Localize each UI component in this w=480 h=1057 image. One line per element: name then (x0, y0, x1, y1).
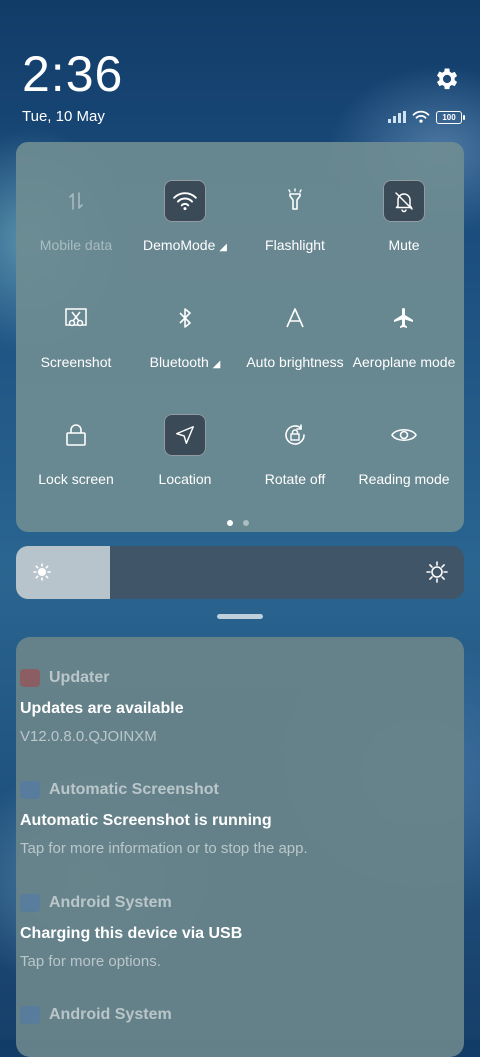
tile-label: Flashlight (265, 237, 325, 253)
notification-auto-screenshot[interactable]: Automatic Screenshot Automatic Screensho… (20, 779, 430, 857)
notification-text: Tap for more options. (20, 953, 161, 970)
rotate-lock-icon (274, 414, 316, 456)
notification-android-system[interactable]: Android System (20, 1004, 430, 1026)
tile-label: Bluetooth (149, 354, 209, 370)
notification-app-name: Android System (49, 1006, 172, 1023)
tile-label: Lock screen (38, 471, 114, 487)
tile-label: Screenshot (40, 354, 112, 370)
tile-label: Mute (388, 237, 420, 253)
tile-label: Auto brightness (246, 354, 344, 370)
bell-off-icon (383, 180, 425, 222)
brightness-fill (16, 546, 111, 599)
wifi-icon (412, 110, 430, 123)
status-icons: 100 (388, 108, 465, 126)
android-system-icon (20, 894, 40, 912)
lock-icon (55, 414, 97, 456)
tile-bluetooth[interactable]: Bluetooth ◢ (130, 297, 240, 370)
page-dot (227, 520, 233, 526)
tile-label: Mobile data (39, 237, 113, 253)
screenshot-app-icon (20, 781, 40, 799)
tile-location[interactable]: Location (130, 414, 240, 487)
tile-label: DemoMode (143, 237, 216, 253)
wifi-icon (164, 180, 206, 222)
location-icon (164, 414, 206, 456)
tile-lock-screen[interactable]: Lock screen (21, 414, 131, 487)
tile-label: Rotate off (264, 471, 326, 487)
tile-demomode[interactable]: DemoMode ◢ (130, 180, 240, 253)
tile-aeroplane-mode[interactable]: Aeroplane mode (349, 297, 459, 370)
expand-triangle-icon: ◢ (212, 359, 221, 370)
brightness-slider[interactable] (16, 546, 464, 599)
notification-app-name: Updater (49, 669, 110, 686)
notification-title: Automatic Screenshot is running (20, 812, 272, 829)
tile-flashlight[interactable]: Flashlight (240, 180, 350, 253)
expand-triangle-icon: ◢ (219, 242, 227, 253)
notification-updater[interactable]: Updater Updates are available V12.0.8.0.… (20, 667, 430, 745)
auto-brightness-icon (274, 297, 316, 339)
notification-text: Tap for more information or to stop the … (20, 840, 308, 857)
tile-screenshot[interactable]: Screenshot (21, 297, 131, 370)
notification-title: Charging this device via USB (20, 925, 243, 942)
settings-gear-icon[interactable] (432, 65, 460, 93)
updater-app-icon (20, 669, 40, 687)
tile-label: Reading mode (358, 471, 450, 487)
page-dot (243, 520, 249, 526)
tile-mute[interactable]: Mute (349, 180, 459, 253)
battery-icon: 100 (436, 110, 465, 124)
bluetooth-icon (164, 297, 206, 339)
page-indicator[interactable] (227, 520, 249, 526)
notification-title: Updates are available (20, 700, 184, 717)
drag-handle[interactable] (217, 614, 263, 619)
android-system-icon (20, 1006, 40, 1024)
notification-app-name: Android System (49, 894, 172, 911)
tile-label: Location (158, 471, 212, 487)
tile-label: Aeroplane mode (352, 354, 456, 370)
notification-usb-charging[interactable]: Android System Charging this device via … (20, 892, 430, 970)
tile-auto-brightness[interactable]: Auto brightness (240, 297, 350, 370)
flashlight-icon (274, 180, 316, 222)
signal-icon (388, 111, 406, 123)
tile-mobile-data[interactable]: Mobile data (21, 180, 131, 253)
brightness-low-icon (33, 563, 51, 581)
scissors-icon (55, 297, 97, 339)
airplane-icon (383, 297, 425, 339)
eye-icon (383, 414, 425, 456)
mobile-data-icon (55, 180, 97, 222)
notification-text: V12.0.8.0.QJOINXM (20, 728, 157, 745)
clock[interactable]: 2:36 (22, 44, 123, 104)
brightness-high-icon (426, 561, 448, 583)
tile-reading-mode[interactable]: Reading mode (349, 414, 459, 487)
notification-app-name: Automatic Screenshot (49, 781, 219, 798)
tile-rotate-off[interactable]: Rotate off (240, 414, 350, 487)
date-label[interactable]: Tue, 10 May (22, 108, 105, 125)
